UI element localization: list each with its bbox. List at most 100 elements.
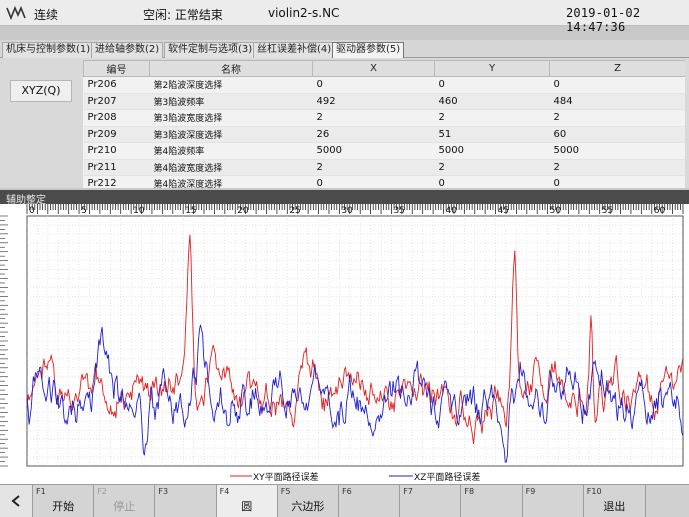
- fkey-f10[interactable]: F10 退出: [583, 485, 646, 517]
- x-tick-label: 55: [602, 206, 613, 216]
- param-value-x[interactable]: 26: [312, 126, 435, 143]
- param-value-y[interactable]: 51: [434, 126, 550, 143]
- y-axis-ticks: [0, 215, 8, 467]
- x-tick-label: 20: [237, 206, 249, 216]
- parameter-table: 编号 名称 X Y Z Pr206 第2陷波深度选择 0 0 0 Pr207 第: [83, 60, 685, 188]
- fkey-f7[interactable]: F7: [400, 485, 462, 517]
- fkey-f4[interactable]: F4 圆: [216, 485, 278, 517]
- fkey-label: 六边形: [291, 500, 325, 513]
- title-bar: 连续 空闲: 正常结束 violin2-s.NC 2019-01-02 14:4…: [0, 0, 689, 34]
- param-value-x[interactable]: 0: [312, 175, 435, 188]
- param-value-y[interactable]: 460: [434, 93, 550, 110]
- x-tick-label: 30: [341, 206, 353, 216]
- fkey-f1[interactable]: F1 开始: [33, 485, 95, 517]
- tuning-title-bar: 辅助整定: [0, 190, 689, 206]
- param-id: Pr211: [83, 159, 150, 176]
- fkey-f2[interactable]: F2 停止: [94, 485, 156, 517]
- x-tick-label: 40: [446, 206, 458, 216]
- fkey-code: F3: [158, 487, 169, 496]
- param-value-y[interactable]: 5000: [434, 142, 550, 160]
- x-tick-label: 10: [133, 206, 145, 216]
- parameter-panel: XYZ(Q) 编号 名称 X Y Z Pr206 第2陷波深度选择 0 0 0 …: [0, 58, 689, 188]
- x-tick-label: 0: [29, 206, 35, 216]
- chart-canvas: 0 5 10 15 20 25 30 35 40 45 50 55 60 XY平面路径误差 XZ平面路径误差: [0, 204, 684, 483]
- param-value-y[interactable]: 2: [434, 109, 550, 127]
- param-value-z[interactable]: 5000: [549, 142, 685, 160]
- param-value-z[interactable]: 0: [549, 175, 685, 188]
- table-row[interactable]: Pr208 第3陷波宽度选择 2 2 2: [83, 109, 685, 127]
- fkey-f9[interactable]: F9: [522, 485, 584, 517]
- back-button[interactable]: [0, 485, 33, 517]
- fkey-code: F6: [342, 487, 352, 496]
- param-id: Pr212: [83, 175, 150, 188]
- x-tick-label: 35: [393, 206, 404, 216]
- param-value-x[interactable]: 2: [312, 159, 435, 176]
- legend-label-xy: XY平面路径误差: [253, 471, 319, 483]
- param-value-z[interactable]: 2: [549, 159, 685, 176]
- tab-feed-axis[interactable]: 进给轴参数(2): [91, 42, 164, 58]
- logo-icon: [6, 5, 26, 21]
- fkey-code: F9: [525, 487, 536, 496]
- run-mode: 连续: [34, 8, 59, 22]
- fkey-code: F7: [403, 487, 413, 496]
- param-name: 第3陷波频率: [149, 93, 313, 110]
- tab-software-options[interactable]: 软件定制与选项(3): [164, 42, 257, 58]
- param-value-z[interactable]: 484: [549, 93, 685, 110]
- param-value-z[interactable]: 60: [549, 126, 685, 143]
- param-name: 第4陷波深度选择: [149, 175, 313, 188]
- fkey-code: F4: [219, 487, 230, 496]
- param-id: Pr206: [83, 76, 150, 94]
- param-name: 第3陷波宽度选择: [149, 109, 313, 127]
- date-time: 2019-01-02 14:47:36: [566, 6, 641, 34]
- fkey-f8[interactable]: F8: [461, 485, 523, 517]
- param-name: 第3陷波深度选择: [149, 126, 313, 143]
- parameter-tabs: 机床与控制参数(1) 进给轴参数(2) 软件定制与选项(3) 丝杠误差补偿(4)…: [0, 40, 689, 58]
- param-name: 第2陷波深度选择: [149, 76, 313, 94]
- fkey-code: F5: [280, 487, 291, 496]
- tab-screw-compensation[interactable]: 丝杠误差补偿(4): [253, 42, 336, 58]
- param-id: Pr210: [83, 142, 150, 160]
- param-value-y[interactable]: 0: [434, 175, 550, 188]
- table-row[interactable]: Pr210 第4陷波频率 5000 5000 5000: [83, 142, 685, 160]
- fkey-f5[interactable]: F5 六边形: [277, 485, 339, 517]
- x-tick-label: 25: [289, 206, 300, 216]
- tab-machine-control[interactable]: 机床与控制参数(1): [2, 42, 95, 58]
- param-value-x[interactable]: 2: [312, 109, 435, 127]
- plot-area: [26, 215, 684, 467]
- param-value-x[interactable]: 5000: [312, 142, 435, 160]
- col-header-name: 名称: [149, 60, 313, 77]
- param-value-x[interactable]: 0: [312, 76, 435, 94]
- tab-drive-params[interactable]: 驱动器参数(5): [332, 42, 405, 58]
- legend-label-xz: XZ平面路径误差: [414, 471, 480, 483]
- fkey-label: 退出: [603, 500, 626, 513]
- param-value-x[interactable]: 492: [312, 93, 435, 110]
- param-name: 第4陷波频率: [149, 142, 313, 160]
- table-row[interactable]: Pr209 第3陷波深度选择 26 51 60: [83, 126, 685, 143]
- fkey-label: 停止: [113, 500, 136, 513]
- param-id: Pr207: [83, 93, 150, 110]
- table-row[interactable]: Pr206 第2陷波深度选择 0 0 0: [83, 76, 685, 94]
- axis-select-button[interactable]: XYZ(Q): [10, 80, 72, 102]
- param-id: Pr208: [83, 109, 150, 127]
- x-tick-label: 50: [550, 206, 562, 216]
- param-name: 第4陷波宽度选择: [149, 159, 313, 176]
- col-header-y: Y: [434, 60, 550, 77]
- fkey-f3[interactable]: F3: [155, 485, 217, 517]
- x-axis-ticks: [26, 204, 684, 214]
- col-header-id: 编号: [83, 60, 150, 77]
- param-id: Pr209: [83, 126, 150, 143]
- fkey-label: 圆: [241, 500, 253, 513]
- fkey-f6[interactable]: F6: [339, 485, 401, 517]
- table-row[interactable]: Pr211 第4陷波宽度选择 2 2 2: [83, 159, 685, 176]
- table-row[interactable]: Pr212 第4陷波深度选择 0 0 0: [83, 175, 685, 188]
- x-tick-label: 15: [185, 206, 196, 216]
- param-value-y[interactable]: 2: [434, 159, 550, 176]
- machine-status: 空闲: 正常结束: [143, 8, 223, 22]
- param-value-z[interactable]: 2: [549, 109, 685, 127]
- col-header-z: Z: [549, 60, 685, 77]
- program-file: violin2-s.NC: [268, 6, 340, 20]
- param-value-y[interactable]: 0: [434, 76, 550, 94]
- param-value-z[interactable]: 0: [549, 76, 685, 94]
- path-error-chart: 0 5 10 15 20 25 30 35 40 45 50 55 60 XY平面路径误差 XZ平面路径误差: [0, 204, 689, 484]
- table-row[interactable]: Pr207 第3陷波频率 492 460 484: [83, 93, 685, 110]
